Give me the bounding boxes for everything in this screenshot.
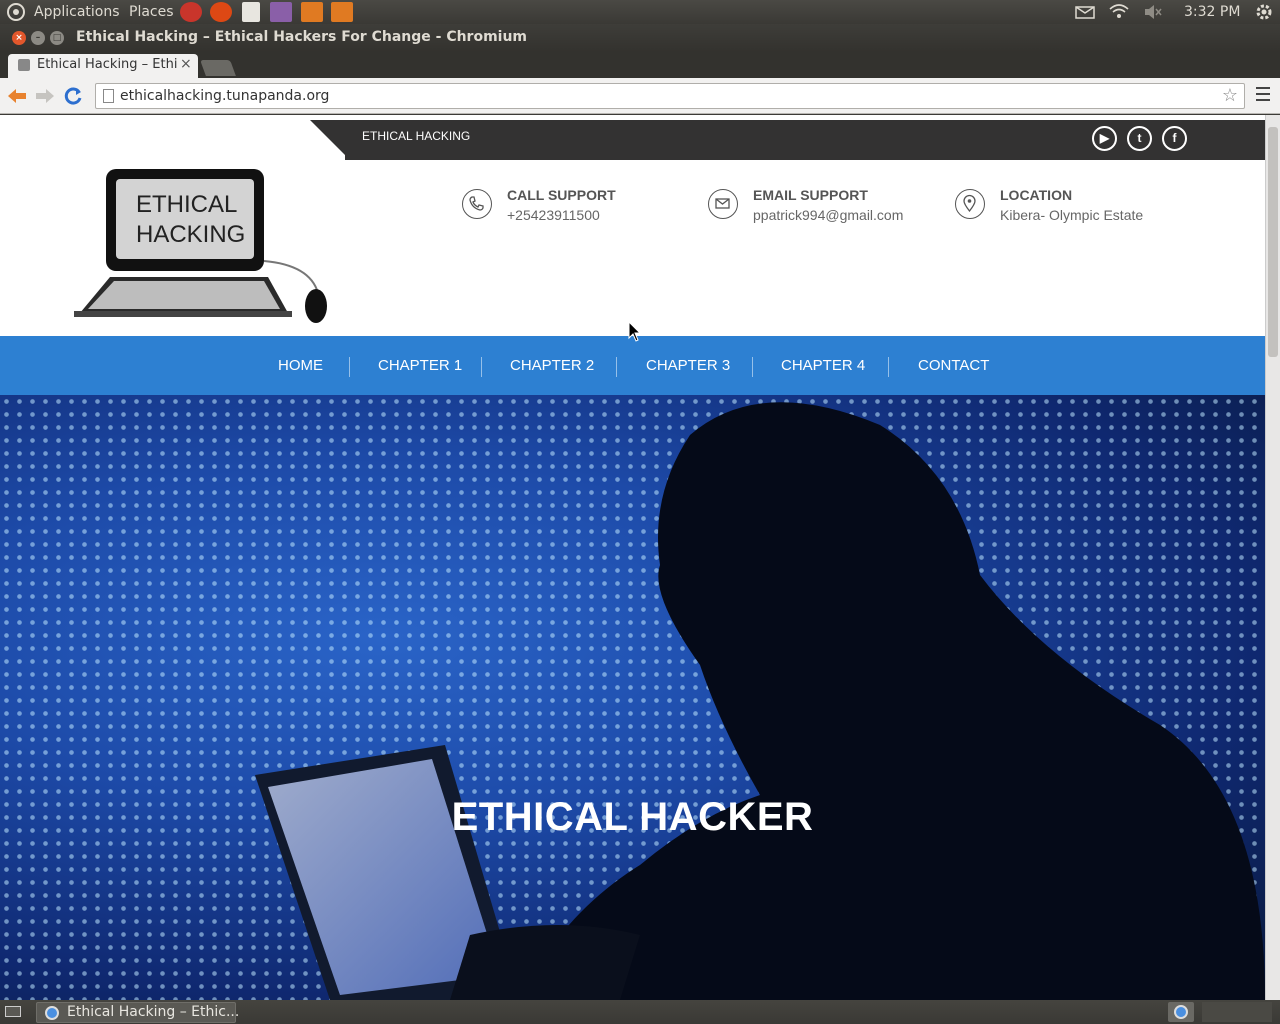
close-window-icon[interactable]: × <box>12 31 26 45</box>
hero-title: ETHICAL HACKER <box>451 795 814 839</box>
email-support-address[interactable]: ppatrick994@gmail.com <box>753 207 903 223</box>
bookmark-star-icon[interactable]: ☆ <box>1222 85 1238 106</box>
window-title: Ethical Hacking – Ethical Hackers For Ch… <box>76 29 528 45</box>
nav-divider <box>481 357 482 377</box>
browser-tab-active[interactable]: Ethical Hacking – Ethi × <box>8 54 198 78</box>
location-label: LOCATION <box>1000 187 1073 203</box>
phone-icon <box>462 189 492 219</box>
address-bar[interactable]: ethicalhacking.tunapanda.org ☆ <box>95 83 1245 109</box>
taskbar-chromium-window[interactable]: Ethical Hacking – Ethic... <box>36 1002 240 1023</box>
no-entry-launcher-icon[interactable] <box>180 2 202 22</box>
folder-launcher-icon[interactable] <box>301 2 323 22</box>
settings-gear-icon[interactable] <box>1254 0 1274 24</box>
top-strip-slant <box>310 120 350 160</box>
volume-muted-icon[interactable] <box>1143 0 1163 24</box>
hero-banner: ETHICAL HACKER <box>0 395 1265 1000</box>
workspace-switcher[interactable] <box>1202 1002 1272 1022</box>
wifi-icon[interactable] <box>1108 0 1130 24</box>
bottom-taskbar: Ethical Hacking – Ethic... <box>0 1000 1280 1024</box>
system-top-panel: Applications Places 3:32 PM <box>0 0 1280 24</box>
hooded-hacker-silhouette <box>255 402 1265 1000</box>
mouse-cursor-icon <box>628 321 642 342</box>
scrollbar-thumb[interactable] <box>1268 127 1278 357</box>
site-logo[interactable]: ETHICAL HACKING <box>70 165 335 330</box>
facebook-icon[interactable]: f <box>1162 126 1187 151</box>
favicon-icon <box>18 59 30 71</box>
main-navigation: HOME CHAPTER 1 CHAPTER 2 CHAPTER 3 CHAPT… <box>0 336 1265 395</box>
taskbar-task-label: Ethical Hacking – Ethic... <box>67 1004 240 1020</box>
browser-toolbar: ethicalhacking.tunapanda.org ☆ <box>0 78 1280 114</box>
chromium-icon <box>45 1006 59 1020</box>
call-support-label: CALL SUPPORT <box>507 187 616 203</box>
nav-contact[interactable]: CONTACT <box>918 336 989 395</box>
page-scrollbar[interactable] <box>1265 115 1280 1000</box>
menu-hamburger-icon[interactable] <box>1256 87 1270 101</box>
location-value: Kibera- Olympic Estate <box>1000 207 1144 223</box>
web-page: ETHICAL HACKING ▶ t f ETHICAL HACKING CA… <box>0 115 1265 1000</box>
map-pin-icon <box>955 189 985 219</box>
tray-chromium-icon[interactable] <box>1168 1002 1194 1022</box>
clock[interactable]: 3:32 PM <box>1184 0 1240 24</box>
mail-icon[interactable] <box>1075 0 1095 24</box>
text-editor-launcher-icon[interactable] <box>242 2 260 22</box>
presentation-launcher-icon[interactable] <box>270 2 292 22</box>
page-icon <box>103 89 114 103</box>
maximize-window-icon[interactable]: □ <box>50 31 64 45</box>
nav-chapter-4[interactable]: CHAPTER 4 <box>781 336 865 395</box>
tab-strip: Ethical Hacking – Ethi × <box>0 52 1280 78</box>
email-support-label: EMAIL SUPPORT <box>753 187 868 203</box>
nav-divider <box>349 357 350 377</box>
applications-menu[interactable]: Applications <box>34 0 120 24</box>
nav-home[interactable]: HOME <box>278 336 323 395</box>
places-menu[interactable]: Places <box>129 0 174 24</box>
back-arrow-icon[interactable] <box>6 85 28 107</box>
ubuntu-logo-icon[interactable] <box>6 0 26 24</box>
logo-text-line1: ETHICAL <box>136 191 238 218</box>
show-desktop-icon[interactable] <box>5 1006 21 1017</box>
nav-chapter-1[interactable]: CHAPTER 1 <box>378 336 462 395</box>
nav-divider <box>888 357 889 377</box>
ubuntu-software-launcher-icon[interactable] <box>210 2 232 22</box>
forward-arrow-icon[interactable] <box>34 85 56 107</box>
folder-launcher-icon-2[interactable] <box>331 2 353 22</box>
minimize-window-icon[interactable]: – <box>31 31 45 45</box>
tab-close-icon[interactable]: × <box>180 56 192 72</box>
nav-divider <box>752 357 753 377</box>
tab-title: Ethical Hacking – Ethi <box>37 57 178 72</box>
nav-chapter-2[interactable]: CHAPTER 2 <box>510 336 594 395</box>
nav-chapter-3[interactable]: CHAPTER 3 <box>646 336 730 395</box>
envelope-icon <box>708 189 738 219</box>
call-support-number[interactable]: +25423911500 <box>507 207 600 223</box>
youtube-icon[interactable]: ▶ <box>1092 126 1117 151</box>
logo-text-line2: HACKING <box>136 221 246 248</box>
twitter-icon[interactable]: t <box>1127 126 1152 151</box>
reload-icon[interactable] <box>62 85 84 107</box>
url-text[interactable]: ethicalhacking.tunapanda.org <box>120 88 329 104</box>
site-tagline: ETHICAL HACKING <box>362 129 471 143</box>
new-tab-button[interactable] <box>200 60 236 76</box>
window-titlebar: × – □ Ethical Hacking – Ethical Hackers … <box>0 24 1280 52</box>
nav-divider <box>616 357 617 377</box>
